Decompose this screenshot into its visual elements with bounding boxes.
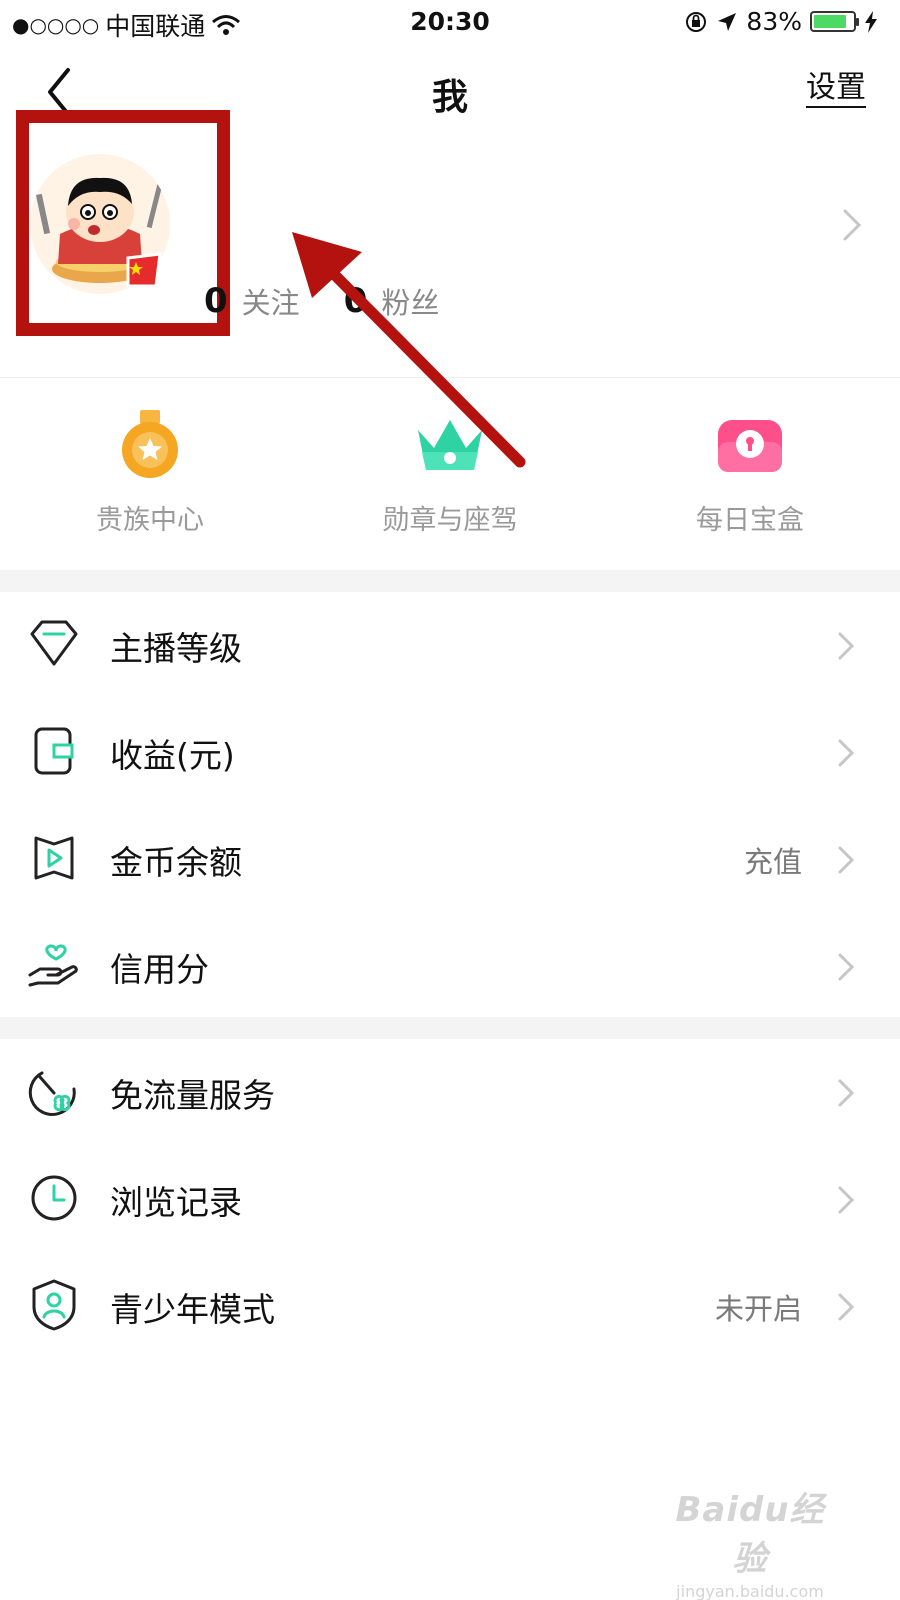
menu-label: 收益(元) xyxy=(110,735,235,775)
charging-bolt-icon xyxy=(865,10,877,33)
quick-label-daily-box: 每日宝盒 xyxy=(696,505,804,536)
noble-medal-icon xyxy=(122,410,178,478)
menu-item-coin-balance[interactable]: 金币余额 充值 xyxy=(0,806,900,913)
section-divider xyxy=(0,1017,900,1039)
status-right: 83% xyxy=(684,7,878,36)
menu-item-teen-mode[interactable]: 青少年模式 未开启 xyxy=(0,1253,900,1360)
chevron-right-icon xyxy=(838,1293,855,1320)
heart-hand-icon xyxy=(28,944,78,987)
quick-label-noble: 贵族中心 xyxy=(96,505,204,536)
watermark-logo: Baidu经验 xyxy=(675,1490,825,1579)
teen-mode-status: 未开启 xyxy=(714,1291,802,1326)
menu-item-data-free[interactable]: 免流量服务 xyxy=(0,1039,900,1146)
shield-user-icon xyxy=(32,1279,76,1331)
chevron-right-icon xyxy=(838,739,855,766)
profile-stats: 0 关注 0 粉丝 xyxy=(204,280,483,322)
quick-label-medals: 勋章与座驾 xyxy=(382,505,518,536)
recharge-link[interactable]: 充值 xyxy=(744,839,802,881)
fans-label[interactable]: 粉丝 xyxy=(381,280,439,322)
menu-item-history[interactable]: 浏览记录 xyxy=(0,1146,900,1253)
menu-label: 免流量服务 xyxy=(110,1075,275,1115)
settings-link[interactable]: 设置 xyxy=(806,70,866,108)
diamond-icon xyxy=(30,620,78,666)
chevron-right-icon xyxy=(838,632,855,659)
menu-item-anchor-level[interactable]: 主播等级 xyxy=(0,592,900,699)
battery-icon xyxy=(810,11,859,32)
chevron-right-icon xyxy=(838,846,855,873)
quick-entry-grid: 贵族中心 勋章与座驾 每日宝盒 xyxy=(0,378,900,570)
quick-item-medals-vehicles[interactable]: 勋章与座驾 xyxy=(300,378,600,570)
menu-label: 青少年模式 xyxy=(110,1289,275,1329)
chevron-right-icon xyxy=(838,953,855,980)
treasure-box-icon xyxy=(718,420,782,472)
follow-label[interactable]: 关注 xyxy=(242,280,300,322)
fans-count[interactable]: 0 xyxy=(344,281,368,321)
location-arrow-icon xyxy=(718,12,737,31)
status-bar: ●○○○○ 中国联通 20:30 83% xyxy=(0,0,900,44)
follow-count[interactable]: 0 xyxy=(204,281,228,321)
coin-play-icon xyxy=(34,836,74,880)
battery-level xyxy=(814,15,846,28)
profile-chevron-icon[interactable] xyxy=(840,207,864,243)
menu-item-credit-score[interactable]: 信用分 xyxy=(0,913,900,1020)
menu-label: 信用分 xyxy=(110,949,209,989)
battery-percent: 83% xyxy=(746,7,802,36)
annotation-highlight-box xyxy=(16,110,230,336)
menu-list-1: 主播等级 收益(元) 金币余额 充值 信用分 xyxy=(0,592,900,1020)
clock-icon xyxy=(31,1175,77,1221)
rotation-lock-icon xyxy=(686,11,707,32)
quick-item-daily-box[interactable]: 每日宝盒 xyxy=(600,378,900,570)
quick-item-noble-center[interactable]: 贵族中心 xyxy=(0,378,300,570)
chevron-right-icon xyxy=(838,1079,855,1106)
profile-header[interactable]: 0 关注 0 粉丝 xyxy=(0,110,900,378)
menu-label: 主播等级 xyxy=(110,628,242,668)
menu-label: 金币余额 xyxy=(110,842,242,882)
menu-list-2: 免流量服务 浏览记录 青少年模式 未开启 xyxy=(0,1039,900,1360)
menu-item-earnings[interactable]: 收益(元) xyxy=(0,699,900,806)
wallet-icon xyxy=(34,727,74,775)
data-free-icon xyxy=(28,1071,76,1116)
menu-label: 浏览记录 xyxy=(110,1182,242,1222)
baidu-watermark: Baidu经验 jingyan.baidu.com xyxy=(660,1482,840,1600)
crown-icon xyxy=(418,420,482,470)
watermark-url: jingyan.baidu.com xyxy=(676,1582,824,1600)
chevron-right-icon xyxy=(838,1186,855,1213)
section-divider xyxy=(0,570,900,592)
